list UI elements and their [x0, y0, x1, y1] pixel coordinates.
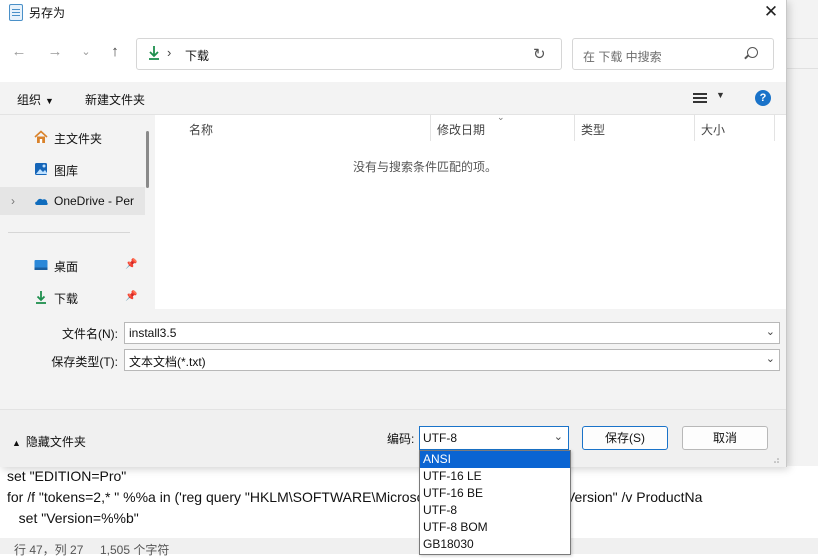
forward-button[interactable]: → [45, 42, 65, 62]
organize-menu[interactable]: 组织 ▼ [17, 91, 54, 108]
close-button[interactable]: ✕ [759, 1, 783, 23]
chevron-down-icon[interactable]: ⌄ [766, 325, 775, 338]
sidebar-item-onedrive[interactable]: › OneDrive - Per [0, 187, 145, 215]
search-placeholder: 在 下载 中搜索 [583, 50, 662, 64]
sidebar-scrollbar[interactable] [146, 131, 149, 188]
gallery-icon [35, 163, 47, 175]
pin-icon: 📌 [125, 259, 138, 270]
notepad-icon [9, 4, 23, 21]
encoding-value: UTF-8 [423, 431, 457, 445]
cursor-position: 行 47，列 27 [14, 543, 84, 557]
character-count: 1,505 个字符 [100, 543, 170, 557]
sidebar-item-label: 图库 [54, 164, 79, 178]
view-options-icon[interactable] [693, 93, 707, 103]
home-icon [34, 130, 48, 143]
encoding-option[interactable]: UTF-16 BE [420, 485, 570, 502]
column-header-modified[interactable]: 修改日期 [437, 121, 485, 138]
caret-down-icon: ▼ [45, 96, 54, 106]
empty-results-message: 没有与搜索条件匹配的项。 [352, 160, 497, 174]
chevron-right-icon: › [167, 45, 172, 60]
refresh-icon[interactable]: ↻ [533, 45, 546, 63]
close-icon: ✕ [763, 2, 779, 21]
desktop-icon [34, 260, 48, 270]
caret-down-icon[interactable]: ▼ [716, 90, 725, 100]
arrow-up-icon: ↑ [111, 43, 119, 60]
encoding-option[interactable]: UTF-16 LE [420, 468, 570, 485]
column-header-type[interactable]: 类型 [581, 121, 605, 138]
chevron-down-icon: ⌄ [553, 431, 563, 443]
code-line[interactable]: for /f "tokens=2,* " %%a in ('reg query … [7, 489, 702, 505]
column-header-size[interactable]: 大小 [701, 121, 725, 138]
notepad-toolbar-strip [787, 0, 818, 466]
search-box[interactable]: 在 下载 中搜索 [572, 38, 774, 70]
notepad-divider [787, 38, 818, 39]
download-icon [36, 291, 46, 304]
chevron-down-icon: ⌄ [81, 46, 91, 58]
back-button[interactable]: ← [9, 42, 29, 62]
encoding-dropdown-list: ANSI UTF-16 LE UTF-16 BE UTF-8 UTF-8 BOM… [419, 450, 571, 555]
help-icon[interactable]: ? [755, 90, 771, 106]
address-bar[interactable]: › 下载 ↻ [136, 38, 562, 70]
filetype-select[interactable]: 文本文档(*.txt) ⌄ [124, 349, 780, 371]
recent-locations-button[interactable]: ⌄ [76, 42, 96, 62]
chevron-down-icon[interactable]: ⌄ [766, 352, 775, 365]
arrow-left-icon: ← [11, 43, 27, 60]
sidebar-item-desktop[interactable]: 桌面 📌 [0, 251, 145, 279]
save-button[interactable]: 保存(S) [582, 426, 668, 450]
sidebar-item-label: OneDrive - Per [54, 194, 135, 208]
hide-folders-toggle[interactable]: ▲ 隐藏文件夹 [12, 433, 86, 450]
navigation-pane: 主文件夹 图库 › OneDrive - Per 桌面 📌 下载 📌 [0, 115, 155, 309]
filetype-value: 文本文档(*.txt) [129, 355, 206, 369]
encoding-option[interactable]: UTF-8 [420, 502, 570, 519]
filename-value: install3.5 [129, 326, 177, 340]
status-bar: 行 47，列 27 1,505 个字符 [0, 538, 818, 557]
notepad-divider [787, 68, 818, 69]
resize-grip-icon[interactable] [770, 458, 780, 464]
title-bar[interactable]: 另存为 ✕ [0, 0, 786, 24]
sidebar-item-home[interactable]: 主文件夹 [0, 123, 145, 151]
caret-up-icon: ▲ [12, 438, 21, 448]
sidebar-item-gallery[interactable]: 图库 [0, 155, 145, 183]
encoding-select[interactable]: UTF-8 ⌄ [419, 426, 569, 450]
command-toolbar: 组织 ▼ 新建文件夹 ▼ ? [0, 82, 786, 115]
arrow-right-icon: → [47, 43, 63, 60]
encoding-option[interactable]: GB18030 [420, 536, 570, 553]
chevron-right-icon[interactable]: › [11, 194, 15, 208]
search-icon [747, 47, 758, 58]
filetype-label: 保存类型(T): [51, 355, 118, 369]
navigation-bar: ← → ⌄ ↑ › 下载 ↻ 在 下载 中搜索 [0, 24, 786, 82]
encoding-label: 编码: [387, 432, 415, 446]
column-separator[interactable] [430, 115, 431, 141]
sidebar-item-downloads[interactable]: 下载 📌 [0, 283, 145, 311]
onedrive-icon [35, 198, 48, 205]
filename-field[interactable]: install3.5 ⌄ [124, 322, 780, 344]
pin-icon: 📌 [125, 291, 138, 302]
breadcrumb-downloads[interactable]: 下载 [185, 47, 209, 64]
code-line[interactable]: set "Version=%%b" [7, 510, 139, 526]
file-list[interactable]: 名称 修改日期 ⌄ 类型 大小 没有与搜索条件匹配的项。 [155, 112, 786, 309]
download-icon [149, 46, 159, 60]
column-separator[interactable] [574, 115, 575, 141]
column-separator[interactable] [774, 115, 775, 141]
dialog-title: 另存为 [29, 6, 66, 20]
encoding-option[interactable]: ANSI [420, 451, 570, 468]
column-separator[interactable] [694, 115, 695, 141]
dialog-footer: ▲ 隐藏文件夹 编码: UTF-8 ⌄ 保存(S) 取消 [0, 409, 786, 467]
sidebar-divider [8, 232, 130, 233]
new-folder-button[interactable]: 新建文件夹 [85, 91, 145, 108]
cancel-button[interactable]: 取消 [682, 426, 768, 450]
code-line[interactable]: set "EDITION=Pro" [7, 468, 126, 484]
up-button[interactable]: ↑ [105, 42, 125, 62]
filename-label: 文件名(N): [62, 327, 118, 341]
column-header-name[interactable]: 名称 [189, 121, 213, 138]
sidebar-item-label: 主文件夹 [54, 132, 103, 146]
save-as-dialog: 另存为 ✕ ← → ⌄ ↑ › 下载 ↻ 在 下载 中搜索 组织 ▼ 新建文件夹 … [0, 0, 787, 467]
save-options: 文件名(N): install3.5 ⌄ 保存类型(T): 文本文档(*.txt… [0, 309, 786, 409]
encoding-option[interactable]: UTF-8 BOM [420, 519, 570, 536]
sort-caret-icon: ⌄ [497, 112, 505, 122]
